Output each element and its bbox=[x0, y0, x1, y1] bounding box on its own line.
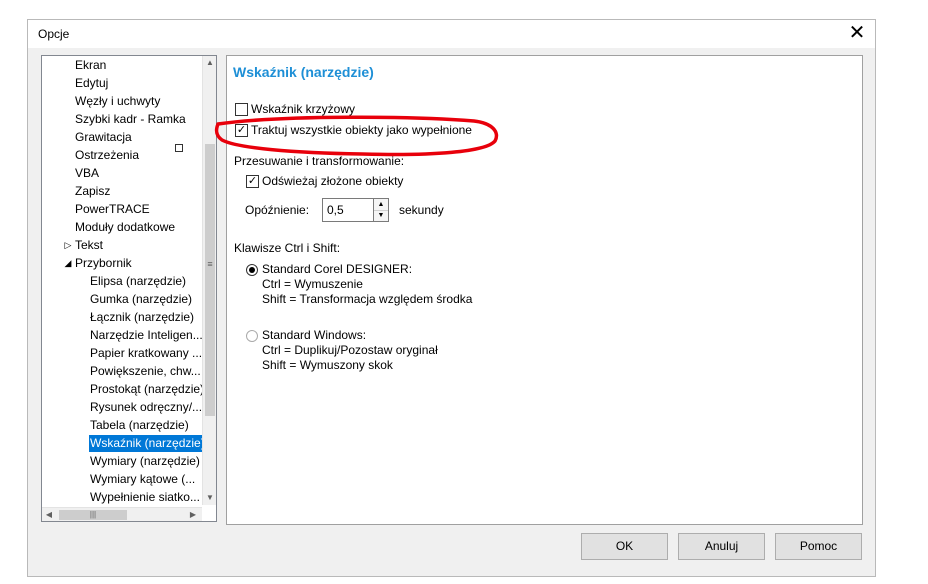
windows-ctrl-desc: Ctrl = Duplikuj/Pozostaw oryginał bbox=[262, 343, 438, 357]
tree-item[interactable]: Grawitacja bbox=[74, 129, 133, 146]
windows-shift-desc: Shift = Wymuszony skok bbox=[262, 358, 393, 372]
tree-collapsed-icon[interactable]: ▷ bbox=[63, 237, 73, 254]
options-dialog: Opcje ✕ Ekran Edytuj Węzły i uchwyty Szybki… bbox=[27, 19, 876, 577]
delay-spinner[interactable]: ▲ ▼ bbox=[373, 198, 389, 222]
tree-item[interactable]: Tekst bbox=[74, 237, 104, 254]
tree-item[interactable]: Zapisz bbox=[74, 183, 111, 200]
refresh-complex-label: Odświeżaj złożone obiekty bbox=[262, 174, 404, 188]
delay-label: Opóźnienie: bbox=[245, 203, 310, 217]
ok-button[interactable]: OK bbox=[581, 533, 668, 560]
title-bar: Opcje ✕ bbox=[28, 20, 875, 48]
hscroll-thumb[interactable]: ||| bbox=[59, 510, 127, 520]
tree-item[interactable]: Wskaźnik (narzędzie) bbox=[89, 435, 206, 452]
tree-item[interactable]: Ostrzeżenia bbox=[74, 147, 140, 164]
tree-item[interactable]: Szybki kadr - Ramka bbox=[74, 111, 187, 128]
corel-standard-radio[interactable] bbox=[246, 264, 258, 276]
corel-shift-desc: Shift = Transformacja względem środka bbox=[262, 292, 473, 306]
ctrl-shift-group-label: Klawisze Ctrl i Shift: bbox=[234, 241, 341, 255]
tree-item[interactable]: Wymiary (narzędzie) bbox=[89, 453, 201, 470]
tree-item[interactable]: Przybornik bbox=[74, 255, 133, 272]
move-transform-group-label: Przesuwanie i transformowanie: bbox=[234, 154, 405, 168]
delay-input[interactable] bbox=[322, 198, 374, 222]
settings-panel: Wskaźnik (narzędzie) Wskaźnik krzyżowy ✓… bbox=[226, 55, 863, 525]
tree-vertical-scrollbar[interactable]: ▲ ≡ ▼ bbox=[202, 56, 216, 505]
tree-item[interactable]: Gumka (narzędzie) bbox=[89, 291, 193, 308]
spin-down-icon[interactable]: ▼ bbox=[374, 210, 388, 221]
tree-item[interactable]: Węzły i uchwyty bbox=[74, 93, 161, 110]
tree-item[interactable]: Wymiary kątowe (... bbox=[89, 471, 196, 488]
grip-icon: ≡ bbox=[207, 259, 213, 269]
tree-item[interactable]: Tabela (narzędzie) bbox=[89, 417, 190, 434]
tree-horizontal-scrollbar[interactable]: ◀ ||| ▶ bbox=[42, 507, 202, 521]
tree-item[interactable]: Powiększenie, chw... bbox=[89, 363, 202, 380]
crosshair-checkbox[interactable] bbox=[235, 103, 248, 116]
tree-item[interactable]: Edytuj bbox=[74, 75, 109, 92]
scroll-left-icon[interactable]: ◀ bbox=[42, 508, 56, 521]
delay-unit: sekundy bbox=[399, 203, 444, 217]
cancel-button[interactable]: Anuluj bbox=[678, 533, 765, 560]
tree-item[interactable]: Łącznik (narzędzie) bbox=[89, 309, 195, 326]
options-tree: Ekran Edytuj Węzły i uchwyty Szybki kadr - … bbox=[41, 55, 217, 522]
refresh-complex-checkbox[interactable]: ✓ bbox=[246, 175, 259, 188]
dialog-title: Opcje bbox=[38, 27, 70, 41]
corel-ctrl-desc: Ctrl = Wymuszenie bbox=[262, 277, 363, 291]
windows-standard-radio[interactable] bbox=[246, 330, 258, 342]
close-icon[interactable]: ✕ bbox=[845, 22, 869, 44]
scroll-right-icon[interactable]: ▶ bbox=[186, 508, 200, 521]
stray-marker bbox=[175, 144, 183, 152]
treat-filled-label: Traktuj wszystkie obiekty jako wypełnion… bbox=[251, 123, 472, 137]
tree-item[interactable]: VBA bbox=[74, 165, 100, 182]
windows-standard-label: Standard Windows: bbox=[262, 328, 367, 342]
tree-item[interactable]: Prostokąt (narzędzie) bbox=[89, 381, 205, 398]
scroll-down-icon[interactable]: ▼ bbox=[203, 491, 216, 505]
treat-filled-checkbox[interactable]: ✓ bbox=[235, 124, 248, 137]
tree-item[interactable]: Moduły dodatkowe bbox=[74, 219, 176, 236]
tree-item[interactable]: Papier kratkowany ... bbox=[89, 345, 203, 362]
help-button[interactable]: Pomoc bbox=[775, 533, 862, 560]
tree-item[interactable]: Wypełnienie siatko... bbox=[89, 489, 201, 506]
tree-item[interactable]: Narzędzie Inteligen... bbox=[89, 327, 204, 344]
crosshair-label: Wskaźnik krzyżowy bbox=[251, 102, 356, 116]
tree-item[interactable]: Ekran bbox=[74, 57, 107, 74]
panel-title: Wskaźnik (narzędzie) bbox=[233, 64, 374, 80]
tree-expanded-icon[interactable]: ◢ bbox=[63, 255, 73, 272]
scroll-thumb[interactable]: ≡ bbox=[205, 144, 215, 416]
tree-item[interactable]: PowerTRACE bbox=[74, 201, 151, 218]
scroll-up-icon[interactable]: ▲ bbox=[203, 56, 216, 70]
corel-standard-label: Standard Corel DESIGNER: bbox=[262, 262, 413, 276]
tree-item[interactable]: Elipsa (narzędzie) bbox=[89, 273, 187, 290]
tree-item[interactable]: Rysunek odręczny/... bbox=[89, 399, 203, 416]
